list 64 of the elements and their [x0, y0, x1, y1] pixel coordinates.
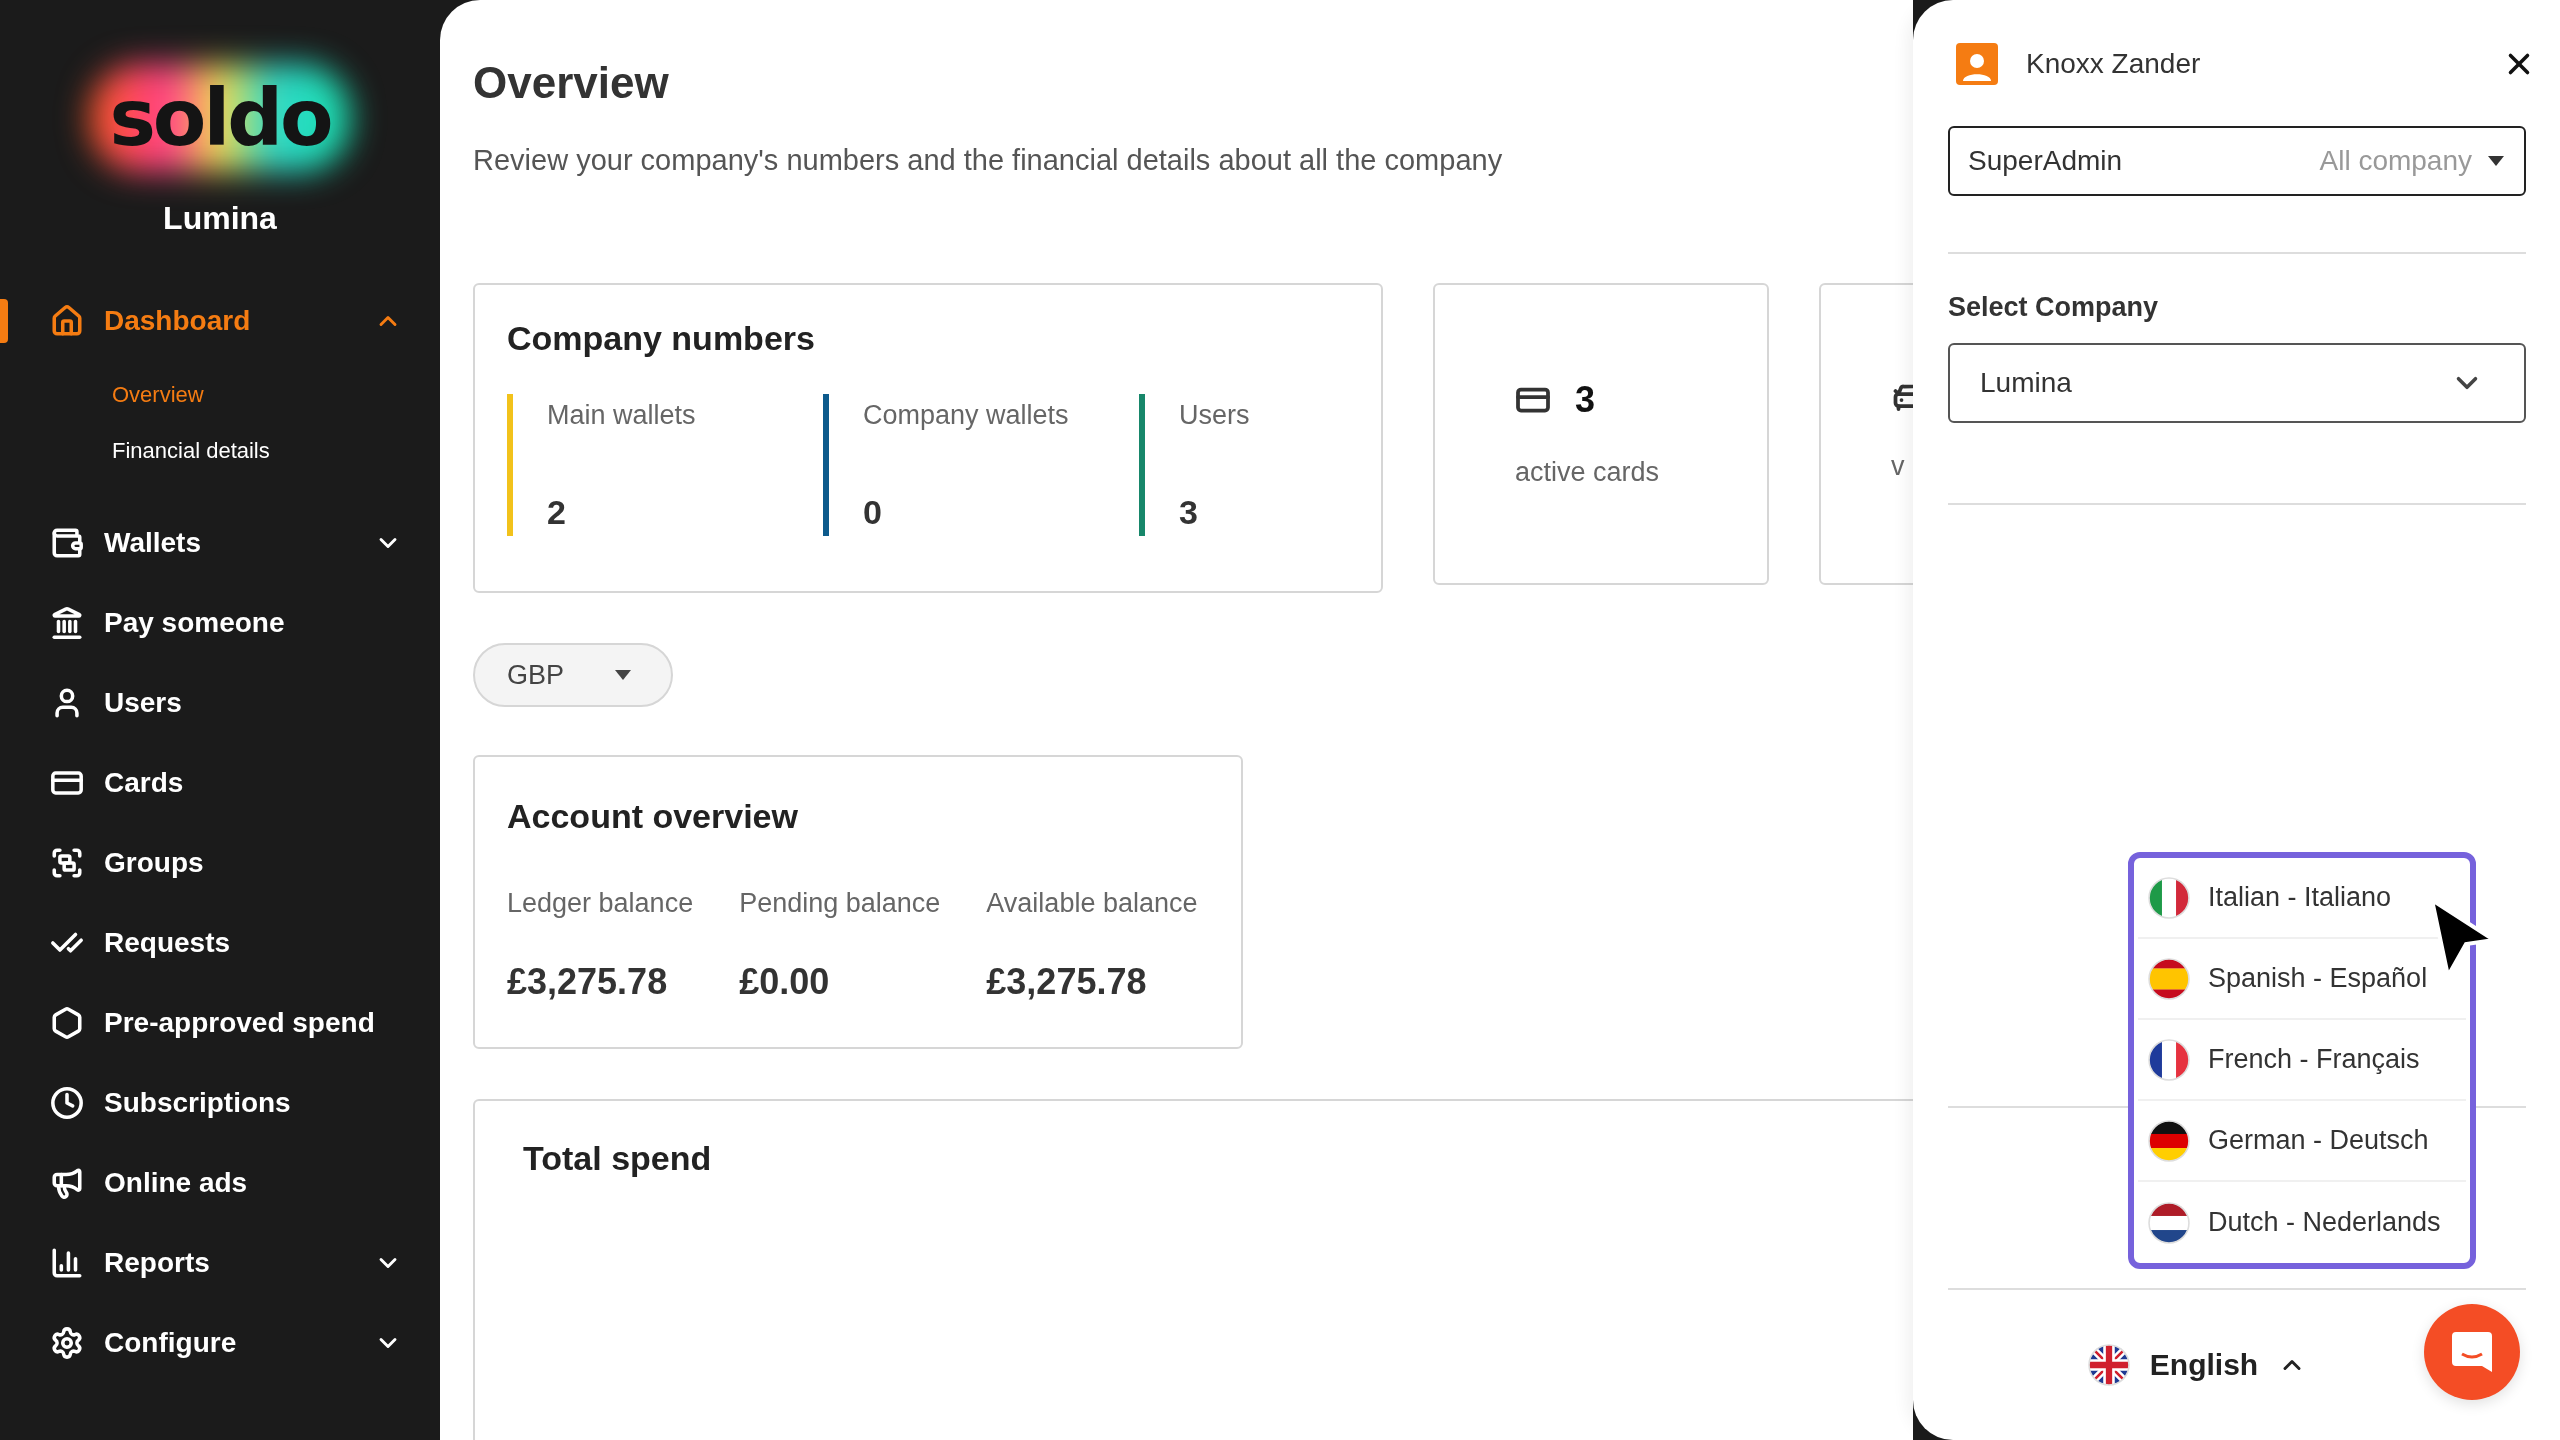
balance-value: £3,275.78: [507, 961, 669, 1003]
nav-item[interactable]: Pay someone: [0, 583, 440, 663]
metric-label: Users: [1179, 400, 1250, 431]
nav-item[interactable]: Subscriptions: [0, 1063, 440, 1143]
nav-item[interactable]: Requests: [0, 903, 440, 983]
nav-item[interactable]: Configure: [0, 1303, 440, 1383]
language-option[interactable]: German - Deutsch: [2138, 1101, 2466, 1182]
stat-label: active cards: [1515, 457, 1661, 488]
language-select[interactable]: English: [2081, 1290, 2313, 1440]
stat-label: v: [1891, 451, 1906, 482]
groups-icon: [50, 846, 84, 880]
company-name: Lumina: [162, 200, 278, 237]
currency-select[interactable]: GBP: [473, 643, 673, 707]
flag-icon: [2148, 876, 2190, 919]
flag-icon: [2148, 1201, 2190, 1244]
bank-icon: [50, 606, 84, 640]
flag-icon: [2148, 957, 2190, 1000]
nav-item[interactable]: Reports: [0, 1223, 440, 1303]
nav-item[interactable]: Online ads: [0, 1143, 440, 1223]
metric-value: 2: [547, 493, 567, 532]
nav-item[interactable]: Wallets: [0, 503, 440, 583]
selection-indicator: [0, 299, 8, 343]
card-title: Account overview: [507, 797, 799, 836]
metric-label: Main wallets: [547, 400, 696, 431]
wallet-icon: [50, 526, 84, 560]
language-option[interactable]: French - Français: [2138, 1020, 2466, 1101]
avatar-icon: [1956, 43, 1998, 85]
nav-item[interactable]: Users: [0, 663, 440, 743]
bar-chart-icon: [50, 1246, 84, 1280]
flag-icon: [2087, 1344, 2130, 1386]
company-select[interactable]: Lumina: [1948, 343, 2526, 423]
nav-item[interactable]: Pre-approved spend: [0, 983, 440, 1063]
card-title: Total spend: [523, 1139, 713, 1178]
balance-value: £3,275.78: [986, 961, 1148, 1003]
user-name: Knoxx Zander: [2026, 48, 2202, 80]
nav-item[interactable]: Cards: [0, 743, 440, 823]
metric-value: 3: [1179, 493, 1199, 532]
megaphone-icon: [50, 1166, 84, 1200]
home-icon: [50, 304, 84, 338]
balance-label: Available balance: [986, 888, 1198, 919]
settings-icon: [50, 1326, 84, 1360]
page-title: Overview: [473, 58, 670, 108]
field-label: Select Company: [1948, 292, 2160, 323]
caret-icon: [2488, 156, 2504, 166]
chat-icon: [2450, 1330, 2494, 1374]
language-option[interactable]: Dutch - Nederlands: [2138, 1182, 2466, 1263]
hexagon-icon: [50, 1006, 84, 1040]
flag-icon: [2148, 1038, 2190, 1081]
balance-label: Ledger balance: [507, 888, 694, 919]
nav-item[interactable]: Dashboard: [0, 281, 440, 361]
metric-value: 0: [863, 493, 883, 532]
sub-nav-item[interactable]: Financial details: [0, 423, 440, 479]
flag-icon: [2148, 1119, 2190, 1162]
stat-value: 3: [1575, 379, 1596, 421]
page-subtitle: Review your company's numbers and the financial details about all the company: [473, 144, 1504, 177]
caret-icon: [615, 670, 631, 680]
metric-label: Company wallets: [863, 400, 1069, 431]
nav-item[interactable]: Groups: [0, 823, 440, 903]
balance-value: £0.00: [739, 961, 831, 1003]
role-select[interactable]: SuperAdmin All company: [1948, 126, 2526, 196]
card-title: Company numbers: [507, 319, 816, 358]
clock-icon: [50, 1086, 84, 1120]
sub-nav-item[interactable]: Overview: [0, 367, 440, 423]
balance-label: Pending balance: [739, 888, 941, 919]
